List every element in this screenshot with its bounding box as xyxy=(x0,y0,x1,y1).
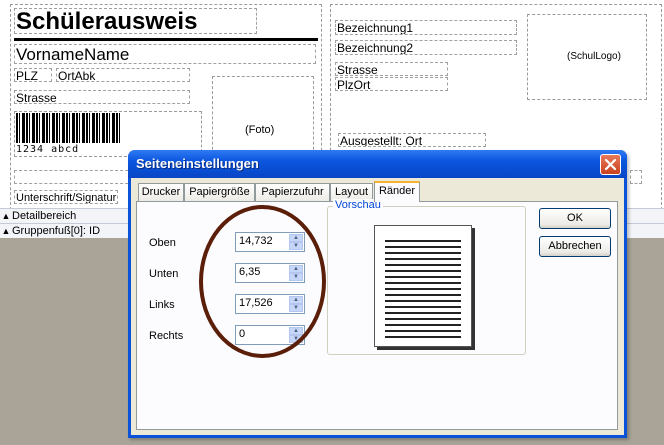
bezeichnung1-field[interactable]: Bezeichnung1 xyxy=(335,20,517,35)
close-button[interactable] xyxy=(600,154,621,175)
dialog-titlebar[interactable]: Seiteneinstellungen xyxy=(128,150,627,178)
vorname-name-field[interactable]: VornameName xyxy=(14,44,316,64)
barcode-text: 1234 abcd xyxy=(16,144,80,155)
rechts-label: Rechts xyxy=(149,330,184,342)
oben-label: Oben xyxy=(149,237,176,249)
card-title[interactable]: Schülerausweis xyxy=(14,8,257,34)
preview-text-lines xyxy=(385,236,461,340)
tab-raender[interactable]: Ränder xyxy=(374,181,420,202)
tab-papierzufuhr[interactable]: Papierzufuhr xyxy=(255,183,330,201)
tab-drucker[interactable]: Drucker xyxy=(138,183,184,201)
strasse-field-right[interactable]: Strasse xyxy=(335,62,448,76)
barcode-image xyxy=(16,113,120,143)
plz-field[interactable]: PLZ xyxy=(14,68,52,82)
collapse-caret-icon[interactable]: ▲ xyxy=(0,224,12,238)
ort-abk-field[interactable]: OrtAbk xyxy=(56,68,190,82)
dialog-title: Seiteneinstellungen xyxy=(136,156,259,171)
links-label: Links xyxy=(149,299,175,311)
school-logo-placeholder: (SchulLogo) xyxy=(567,51,621,62)
annotation-ellipse xyxy=(199,205,326,358)
bezeichnung2-field[interactable]: Bezeichnung2 xyxy=(335,40,517,55)
partial-field-right[interactable] xyxy=(630,170,642,184)
plz-ort-field[interactable]: PlzOrt xyxy=(335,77,448,91)
title-underline xyxy=(14,38,318,41)
tab-papiergroesse[interactable]: Papiergröße xyxy=(184,183,255,201)
unten-label: Unten xyxy=(149,268,179,280)
photo-placeholder-label: (Foto) xyxy=(245,124,275,136)
close-icon xyxy=(604,158,617,171)
ok-button[interactable]: OK xyxy=(539,208,611,229)
strasse-field-left[interactable]: Strasse xyxy=(14,90,190,104)
cancel-button[interactable]: Abbrechen xyxy=(539,236,611,257)
ausgestellt-field[interactable]: Ausgestellt: Ort xyxy=(338,133,486,147)
signature-field[interactable]: Unterschrift/Signatur xyxy=(14,190,118,204)
page-preview xyxy=(374,225,472,347)
collapse-caret-icon[interactable]: ▲ xyxy=(0,209,12,223)
